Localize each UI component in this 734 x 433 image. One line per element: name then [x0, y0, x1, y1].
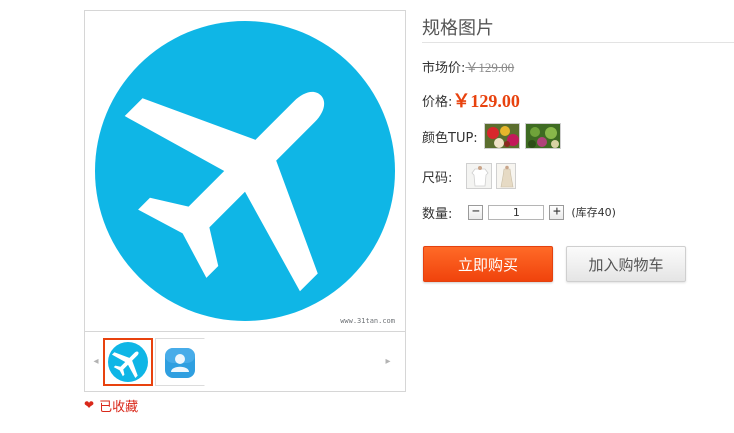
market-price-label: 市场价:	[422, 60, 466, 76]
price-label: 价格:	[422, 94, 453, 110]
favorite-label: 已收藏	[99, 399, 139, 415]
color-label: 颜色TUP:	[422, 130, 478, 146]
price-value: ￥129.00	[452, 91, 520, 111]
size-option-beige-dress[interactable]	[496, 163, 517, 189]
airplane-icon	[108, 342, 148, 382]
thumbnail-airplane[interactable]	[103, 338, 153, 386]
color-row: 颜色TUP:	[422, 123, 566, 149]
quantity-label: 数量:	[422, 206, 453, 222]
buy-now-button[interactable]: 立即购买	[423, 246, 553, 282]
market-price-value: ￥129.00	[465, 59, 515, 75]
color-swatch-red-flowers[interactable]	[483, 123, 520, 149]
thumbnail-user[interactable]	[155, 338, 205, 386]
main-product-image: www.31tan.com	[85, 11, 405, 331]
quantity-input[interactable]	[488, 204, 545, 220]
market-price-row: 市场价: ￥129.00	[422, 57, 515, 76]
add-to-cart-button[interactable]: 加入购物车	[566, 246, 686, 282]
image-watermark: www.31tan.com	[340, 317, 395, 325]
quantity-increment-button[interactable]: +	[549, 204, 565, 220]
title-divider	[422, 42, 734, 43]
size-row: 尺码:	[422, 163, 520, 189]
size-option-white-top[interactable]	[466, 163, 493, 189]
thumbnail-prev-arrow[interactable]: ◂	[91, 353, 101, 371]
stock-text: (库存40)	[571, 206, 616, 219]
user-icon	[165, 348, 195, 378]
color-swatch-green-flowers[interactable]	[524, 123, 561, 149]
favorite-toggle[interactable]: ❤ 已收藏	[84, 396, 139, 415]
thumbnail-next-arrow[interactable]: ▸	[383, 353, 393, 371]
airplane-icon	[95, 21, 395, 321]
heart-icon: ❤	[84, 398, 95, 412]
product-gallery: www.31tan.com ◂ ▸	[84, 10, 406, 392]
quantity-row: 数量: − + (库存40)	[422, 203, 616, 222]
price-row: 价格: ￥129.00	[422, 90, 520, 111]
size-label: 尺码:	[422, 170, 453, 186]
thumbnail-strip: ◂ ▸	[85, 331, 405, 391]
quantity-decrement-button[interactable]: −	[468, 204, 484, 220]
product-title: 规格图片	[422, 18, 494, 39]
